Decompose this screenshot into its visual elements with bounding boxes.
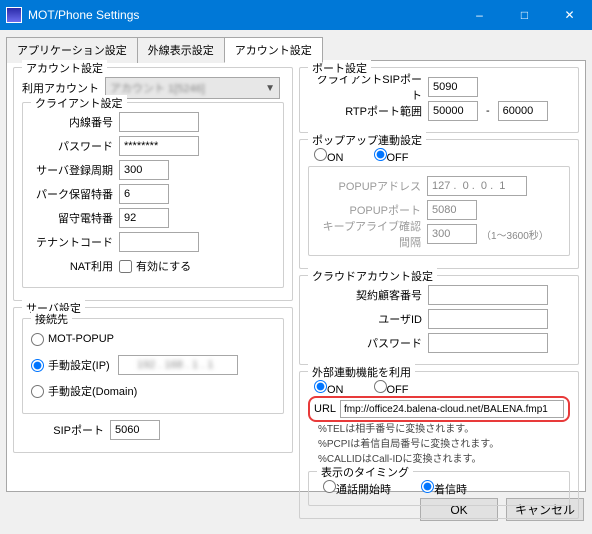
popup-off-radio[interactable]: OFF [374,148,409,164]
timing-call-start-label: 通話開始時 [336,484,391,496]
ext-on-radio[interactable]: ON [314,380,344,396]
rtp-lo-input[interactable] [428,101,478,121]
cloud-user-input[interactable] [428,309,548,329]
ext-off-radio[interactable]: OFF [374,380,409,396]
park-input[interactable] [119,184,169,204]
nat-checkbox[interactable]: 有効にする [119,258,191,274]
ext-on-label: ON [327,384,344,396]
keepalive-hint: （1～3600秒） [481,227,549,242]
ext-link-legend: 外部連動機能を利用 [308,364,415,380]
popup-on-label: ON [327,152,344,164]
sip-port-label: SIPポート [22,422,110,438]
popup-on-radio[interactable]: ON [314,148,344,164]
account-select[interactable]: アカウント 1[5246] ▼ [105,77,280,99]
radio-manual-ip[interactable]: 手動設定(IP) [31,357,110,373]
account-settings-legend: アカウント設定 [22,60,107,76]
timing-incoming-label: 着信時 [434,484,467,496]
tenant-input[interactable] [119,232,199,252]
extension-input[interactable] [119,112,199,132]
minimize-button[interactable]: – [457,0,502,30]
url-row-highlight: URL [308,396,570,422]
dest-legend: 接続先 [31,311,72,327]
radio-manual-domain[interactable]: 手動設定(Domain) [31,383,137,399]
rtp-hi-input[interactable] [498,101,548,121]
cloud-pw-input[interactable] [428,333,548,353]
reg-period-input[interactable] [119,160,169,180]
nat-label: NAT利用 [31,258,119,274]
nat-checkbox-label: 有効にする [136,258,191,274]
popup-link-legend: ポップアップ連動設定 [308,132,426,148]
keepalive-input [427,224,477,244]
maximize-button[interactable]: □ [502,0,547,30]
client-settings-legend: クライアント設定 [31,95,127,111]
voicemail-label: 留守電特番 [31,210,119,226]
window-title: MOT/Phone Settings [28,8,457,22]
timing-incoming-radio[interactable]: 着信時 [421,480,467,497]
sip-port-input[interactable] [110,420,160,440]
tab-account-settings[interactable]: アカウント設定 [224,37,323,63]
tenant-label: テナントコード [31,234,119,250]
manual-ip-value: 192 . 168 . 1 . 1 [137,359,213,371]
ext-off-label: OFF [387,384,409,396]
voicemail-input[interactable] [119,208,169,228]
extension-label: 内線番号 [31,114,119,130]
timing-call-start-radio[interactable]: 通話開始時 [323,480,391,497]
rtp-dash: - [486,105,490,117]
account-select-label: 利用アカウント [22,80,99,96]
app-icon [6,7,22,23]
popup-port-label: POPUPポート [317,202,427,218]
cloud-user-label: ユーザID [308,311,428,327]
chevron-down-icon: ▼ [265,83,275,94]
popup-off-label: OFF [387,152,409,164]
radio-mot-popup[interactable]: MOT-POPUP [31,333,114,346]
keepalive-label: キープアライブ確認間隔 [317,218,427,250]
rtp-range-label: RTPポート範囲 [308,103,428,119]
popup-addr-input [427,176,527,196]
cloud-customer-input[interactable] [428,285,548,305]
account-select-value: アカウント 1[5246] [110,80,205,96]
radio-manual-domain-label: 手動設定(Domain) [48,383,137,399]
cloud-pw-label: パスワード [308,335,428,351]
client-sip-port-input[interactable] [428,77,478,97]
close-button[interactable]: ✕ [547,0,592,30]
park-label: パーク保留特番 [31,186,119,202]
password-input[interactable] [119,136,199,156]
url-label: URL [314,403,336,415]
cloud-account-legend: クラウドアカウント設定 [308,268,437,284]
timing-legend: 表示のタイミング [317,464,413,480]
radio-mot-popup-label: MOT-POPUP [48,333,114,345]
url-input[interactable] [340,400,564,418]
password-label: パスワード [31,138,119,154]
radio-manual-ip-label: 手動設定(IP) [48,357,110,373]
popup-port-input [427,200,477,220]
cloud-customer-label: 契約顧客番号 [308,287,428,303]
reg-period-label: サーバ登録周期 [31,162,119,178]
url-note1: %TELは相手番号に変換されます。 [318,422,570,437]
popup-addr-label: POPUPアドレス [317,178,427,194]
tab-line-display[interactable]: 外線表示設定 [137,37,225,63]
url-note2: %PCPIは着信自局番号に変換されます。 [318,437,570,452]
